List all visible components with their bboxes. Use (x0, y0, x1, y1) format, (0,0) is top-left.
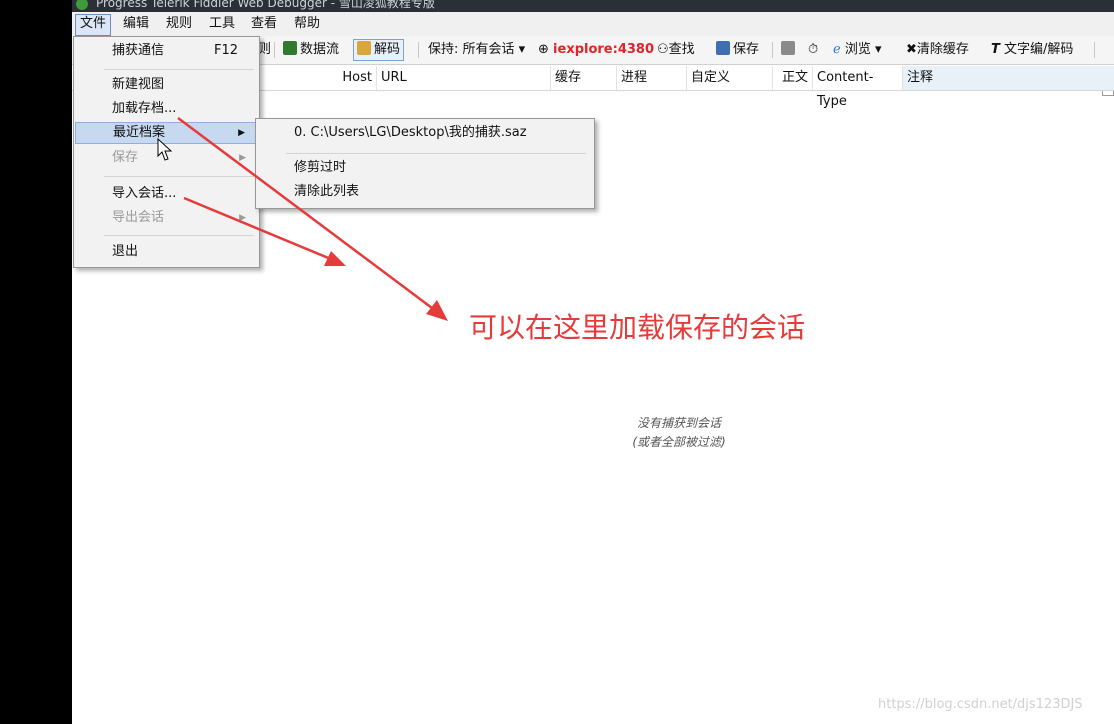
annotation-overlay (157, 116, 448, 321)
mouse-cursor-icon (157, 137, 173, 161)
annotation-arrow-2 (183, 196, 346, 266)
annotation-arrow-1 (177, 116, 448, 321)
